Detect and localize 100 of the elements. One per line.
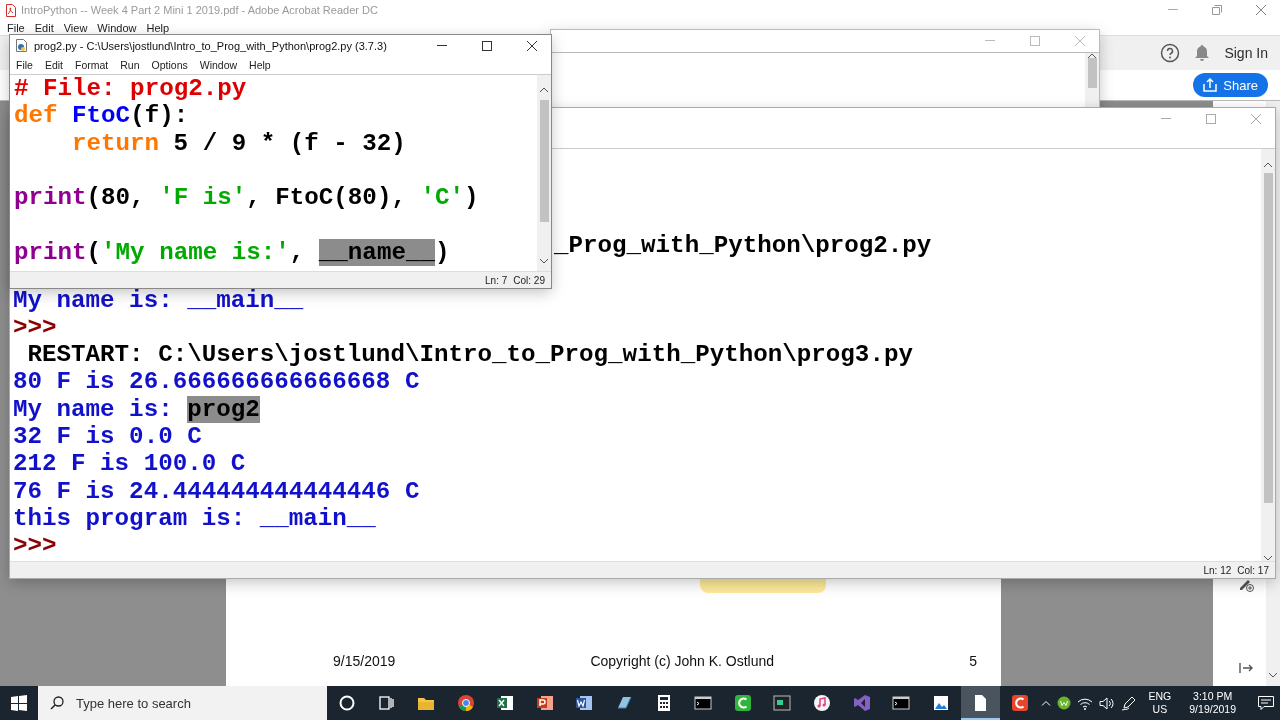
clock-date[interactable]: 9/19/2019 <box>1189 703 1236 716</box>
image-icon <box>931 694 950 712</box>
window-title: prog2.py - C:\Users\jostlund\Intro_to_Prog_with_Python\prog2.py (3.7.3) <box>34 39 388 52</box>
slides-icon <box>535 694 554 712</box>
line-number-status: Ln: 12 <box>1203 564 1232 576</box>
terminal-icon <box>694 694 713 712</box>
code-text: >>> <box>13 313 57 341</box>
browser-icon <box>456 694 475 712</box>
maximize-icon <box>1029 36 1040 46</box>
search-bar[interactable]: Type here to search <box>38 686 327 720</box>
code-text: print <box>14 238 87 266</box>
sign-in-button[interactable]: Sign In <box>1224 43 1268 63</box>
spreadsheet-icon <box>496 694 515 712</box>
scroll-down-icon <box>1269 673 1277 678</box>
menu-item[interactable]: Window <box>92 21 142 34</box>
scroll-up-icon <box>1264 162 1272 167</box>
code-text: 'C' <box>420 184 464 212</box>
code-text: FtoC <box>72 102 131 130</box>
help-icon <box>1160 43 1181 63</box>
code-text: , FtoC(80), <box>246 184 407 212</box>
ribbon-icon <box>852 694 871 712</box>
minimize-icon <box>1160 118 1171 120</box>
console-icon <box>773 694 792 712</box>
close-icon <box>1074 36 1085 46</box>
scrollbar-thumb[interactable] <box>539 100 549 222</box>
scroll-up-icon <box>540 87 548 92</box>
minimize-icon <box>436 44 447 47</box>
code-text: 5 / 9 * (f - 32) <box>172 129 406 157</box>
close-icon <box>1250 114 1261 124</box>
chevron-up-icon <box>1040 700 1051 706</box>
code-text: RESTART: C:\Users\jostlund\Intro_to_Prog_with_Python\prog3.py <box>26 341 913 369</box>
menu-item[interactable]: Options <box>145 59 194 71</box>
scrollbar-thumb[interactable] <box>1263 173 1273 503</box>
circle-icon <box>337 694 356 712</box>
code-text: 32 F is 0.0 C <box>13 423 202 451</box>
menu-item[interactable]: File <box>2 21 30 34</box>
terminal-icon <box>892 694 911 712</box>
menu-item[interactable]: View <box>58 21 93 34</box>
menu-item[interactable]: Edit <box>29 21 59 34</box>
taskbar-button[interactable] <box>960 686 1001 720</box>
code-text: 80 F is 26.666666666666668 C <box>13 368 420 396</box>
language-label[interactable]: ENG <box>1148 690 1172 703</box>
code-text: (f): <box>130 102 189 130</box>
code-text: # File: prog2.py <box>14 75 247 102</box>
footer-date: 9/15/2019 <box>333 653 396 669</box>
notification-icon <box>1258 696 1274 710</box>
scroll-down-icon <box>1264 556 1272 561</box>
restore-icon <box>1211 5 1222 15</box>
code-text: , <box>289 238 306 266</box>
scroll-down-icon <box>540 259 548 264</box>
menu-item[interactable]: File <box>10 59 39 71</box>
code-text: >>> <box>13 532 57 560</box>
selected-text: prog2 <box>187 395 260 423</box>
pen-icon <box>1120 695 1137 711</box>
code-text: 'My name is:' <box>101 238 290 266</box>
code-text: 212 F is 100.0 C <box>13 450 246 478</box>
region-label[interactable]: US <box>1152 703 1168 716</box>
menu-item[interactable]: Help <box>141 21 175 34</box>
close-icon <box>1255 5 1266 15</box>
code-text: My name is: __main__ <box>13 286 304 314</box>
maximize-icon <box>1205 114 1216 124</box>
code-text: def <box>14 102 59 130</box>
code-text: print <box>14 184 87 212</box>
code-text: ) <box>464 184 479 212</box>
menu-item[interactable]: Run <box>114 59 146 71</box>
search-icon <box>50 696 64 710</box>
scrollbar-thumb[interactable] <box>1087 58 1097 88</box>
code-text: return <box>72 129 160 157</box>
wifi-icon <box>1076 696 1093 710</box>
menu-item[interactable]: Format <box>69 59 115 71</box>
minimize-icon <box>1167 9 1178 11</box>
column-status: Col: 17 <box>1237 564 1269 576</box>
share-icon <box>1203 78 1218 92</box>
clock-time[interactable]: 3:10 PM <box>1193 690 1233 703</box>
line-number-status: Ln: 7 <box>485 274 508 286</box>
search-field[interactable]: Type here to search <box>74 694 298 712</box>
volume-icon <box>1098 696 1115 710</box>
menu-item[interactable]: Help <box>243 59 277 71</box>
column-status: Col: 29 <box>513 274 545 286</box>
close-icon <box>526 40 537 51</box>
footer-copyright: Copyright (c) John K. Ostlund <box>590 653 775 669</box>
letter-w-icon <box>1056 696 1071 710</box>
pdf-file-icon <box>6 3 16 17</box>
code-text: 'F is' <box>159 184 247 212</box>
window-title: IntroPython -- Week 4 Part 2 Mini 1 2019.pdf - Adobe Acrobat Reader DC <box>21 4 379 16</box>
code-text: ( <box>86 238 102 266</box>
menu-item[interactable]: Window <box>193 59 244 71</box>
share-button[interactable]: Share <box>1193 73 1268 97</box>
page-number: 5 <box>969 653 977 669</box>
letter-c-icon <box>1010 694 1029 712</box>
code-text: this program is: __main__ <box>13 504 376 532</box>
music-icon <box>812 694 831 712</box>
minimize-icon <box>984 40 995 42</box>
task-view-icon <box>377 694 396 712</box>
code-text: _Prog_with_Python\prog2.py <box>554 232 932 259</box>
python-file-icon <box>16 39 28 52</box>
menu-item[interactable]: Edit <box>38 59 69 71</box>
code-text: 76 F is 24.444444444444446 C <box>13 477 420 505</box>
windows-icon <box>11 695 27 711</box>
code-text: My name is: <box>13 395 174 423</box>
